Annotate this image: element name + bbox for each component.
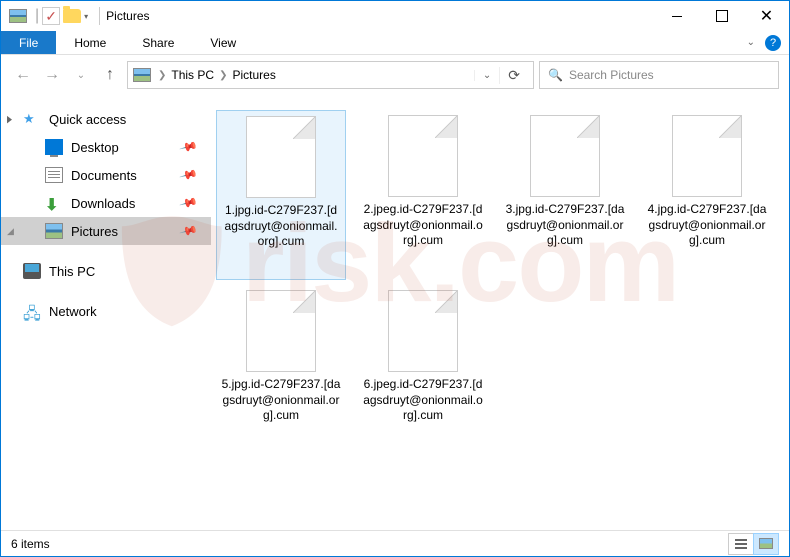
window-title: Pictures bbox=[106, 9, 149, 23]
pc-icon bbox=[23, 263, 41, 279]
file-name: 1.jpg.id-C279F237.[dagsdruyt@onionmail.o… bbox=[222, 203, 340, 250]
refresh-icon[interactable]: ⟳ bbox=[499, 67, 528, 84]
search-placeholder: Search Pictures bbox=[569, 68, 654, 82]
sidebar-item-label: Quick access bbox=[49, 112, 126, 127]
maximize-button[interactable] bbox=[699, 2, 744, 31]
file-name: 5.jpg.id-C279F237.[dagsdruyt@onionmail.o… bbox=[221, 377, 341, 424]
documents-icon bbox=[45, 167, 63, 183]
history-dropdown-icon[interactable]: ⌄ bbox=[474, 70, 499, 81]
file-icon bbox=[246, 116, 316, 198]
address-bar: ← → ⌄ ↑ ❯ This PC ❯ Pictures ⌄ ⟳ 🔍 Searc… bbox=[1, 55, 789, 95]
forward-button: → bbox=[40, 63, 64, 87]
qa-folder-icon[interactable] bbox=[63, 9, 81, 23]
file-icon bbox=[246, 290, 316, 372]
breadcrumb[interactable]: ❯ This PC ❯ Pictures ⌄ ⟳ bbox=[127, 61, 534, 89]
pin-icon: 📌 bbox=[179, 221, 199, 241]
title-bar: | ✓ ▾ Pictures ✕ bbox=[1, 1, 789, 31]
ribbon-expand-icon[interactable]: ⌄ bbox=[737, 37, 765, 48]
file-icon bbox=[672, 115, 742, 197]
sidebar-item-label: Documents bbox=[71, 168, 137, 183]
ribbon-tabs: File Home Share View ⌄ ? bbox=[1, 31, 789, 55]
file-item[interactable]: 6.jpeg.id-C279F237.[dagsdruyt@onionmail.… bbox=[358, 285, 488, 455]
sidebar-item-label: Desktop bbox=[71, 140, 119, 155]
location-icon bbox=[133, 68, 151, 82]
sidebar-item-desktop[interactable]: Desktop 📌 bbox=[1, 133, 211, 161]
pin-icon: 📌 bbox=[179, 165, 199, 185]
desktop-icon bbox=[45, 139, 63, 155]
chevron-right-icon[interactable]: ❯ bbox=[156, 70, 168, 81]
pictures-icon bbox=[45, 223, 63, 239]
network-icon: 🖧 bbox=[23, 303, 41, 319]
close-button[interactable]: ✕ bbox=[744, 2, 789, 31]
file-item[interactable]: 2.jpeg.id-C279F237.[dagsdruyt@onionmail.… bbox=[358, 110, 488, 280]
file-name: 2.jpeg.id-C279F237.[dagsdruyt@onionmail.… bbox=[363, 202, 483, 249]
sidebar-item-pictures[interactable]: Pictures 📌 bbox=[1, 217, 211, 245]
pin-icon: 📌 bbox=[179, 137, 199, 157]
sidebar-item-quickaccess[interactable]: ★ Quick access bbox=[1, 105, 211, 133]
pin-icon: 📌 bbox=[179, 193, 199, 213]
file-name: 6.jpeg.id-C279F237.[dagsdruyt@onionmail.… bbox=[363, 377, 483, 424]
help-icon[interactable]: ? bbox=[765, 35, 781, 51]
tab-view[interactable]: View bbox=[192, 32, 254, 54]
tab-home[interactable]: Home bbox=[56, 32, 124, 54]
file-item[interactable]: 1.jpg.id-C279F237.[dagsdruyt@onionmail.o… bbox=[216, 110, 346, 280]
sidebar-item-label: Pictures bbox=[71, 224, 118, 239]
sidebar-item-downloads[interactable]: ⬇ Downloads 📌 bbox=[1, 189, 211, 217]
file-name: 3.jpg.id-C279F237.[dagsdruyt@onionmail.o… bbox=[505, 202, 625, 249]
file-icon bbox=[388, 115, 458, 197]
file-icon bbox=[388, 290, 458, 372]
star-icon: ★ bbox=[23, 111, 41, 127]
tab-file[interactable]: File bbox=[1, 31, 56, 54]
qa-checkbox-icon[interactable]: ✓ bbox=[42, 7, 60, 25]
details-view-button[interactable] bbox=[728, 533, 754, 555]
file-item[interactable]: 5.jpg.id-C279F237.[dagsdruyt@onionmail.o… bbox=[216, 285, 346, 455]
file-list[interactable]: 1.jpg.id-C279F237.[dagsdruyt@onionmail.o… bbox=[211, 95, 789, 530]
chevron-right-icon[interactable]: ❯ bbox=[217, 70, 229, 81]
search-icon: 🔍 bbox=[548, 68, 563, 82]
item-count: 6 items bbox=[11, 537, 50, 551]
crumb-thispc[interactable]: This PC bbox=[168, 68, 217, 82]
downloads-icon: ⬇ bbox=[45, 195, 63, 211]
sidebar-item-label: Network bbox=[49, 304, 97, 319]
tab-share[interactable]: Share bbox=[124, 32, 192, 54]
sidebar-item-network[interactable]: 🖧 Network bbox=[1, 297, 211, 325]
sidebar-item-label: This PC bbox=[49, 264, 95, 279]
qa-dropdown-icon[interactable]: ▾ bbox=[84, 12, 88, 21]
sidebar-item-thispc[interactable]: This PC bbox=[1, 257, 211, 285]
status-bar: 6 items bbox=[1, 530, 789, 556]
separator: | bbox=[35, 7, 39, 25]
sidebar-item-label: Downloads bbox=[71, 196, 135, 211]
file-item[interactable]: 3.jpg.id-C279F237.[dagsdruyt@onionmail.o… bbox=[500, 110, 630, 280]
file-icon bbox=[530, 115, 600, 197]
up-button[interactable]: ↑ bbox=[98, 63, 122, 87]
recent-dropdown-icon[interactable]: ⌄ bbox=[69, 63, 93, 87]
thumbnails-view-button[interactable] bbox=[753, 533, 779, 555]
sidebar-item-documents[interactable]: Documents 📌 bbox=[1, 161, 211, 189]
file-name: 4.jpg.id-C279F237.[dagsdruyt@onionmail.o… bbox=[647, 202, 767, 249]
search-input[interactable]: 🔍 Search Pictures bbox=[539, 61, 779, 89]
crumb-pictures[interactable]: Pictures bbox=[229, 68, 278, 82]
file-item[interactable]: 4.jpg.id-C279F237.[dagsdruyt@onionmail.o… bbox=[642, 110, 772, 280]
minimize-button[interactable] bbox=[654, 2, 699, 31]
separator bbox=[99, 7, 100, 25]
back-button[interactable]: ← bbox=[11, 63, 35, 87]
app-icon bbox=[9, 9, 27, 23]
navigation-pane: ★ Quick access Desktop 📌 Documents 📌 ⬇ D… bbox=[1, 95, 211, 530]
